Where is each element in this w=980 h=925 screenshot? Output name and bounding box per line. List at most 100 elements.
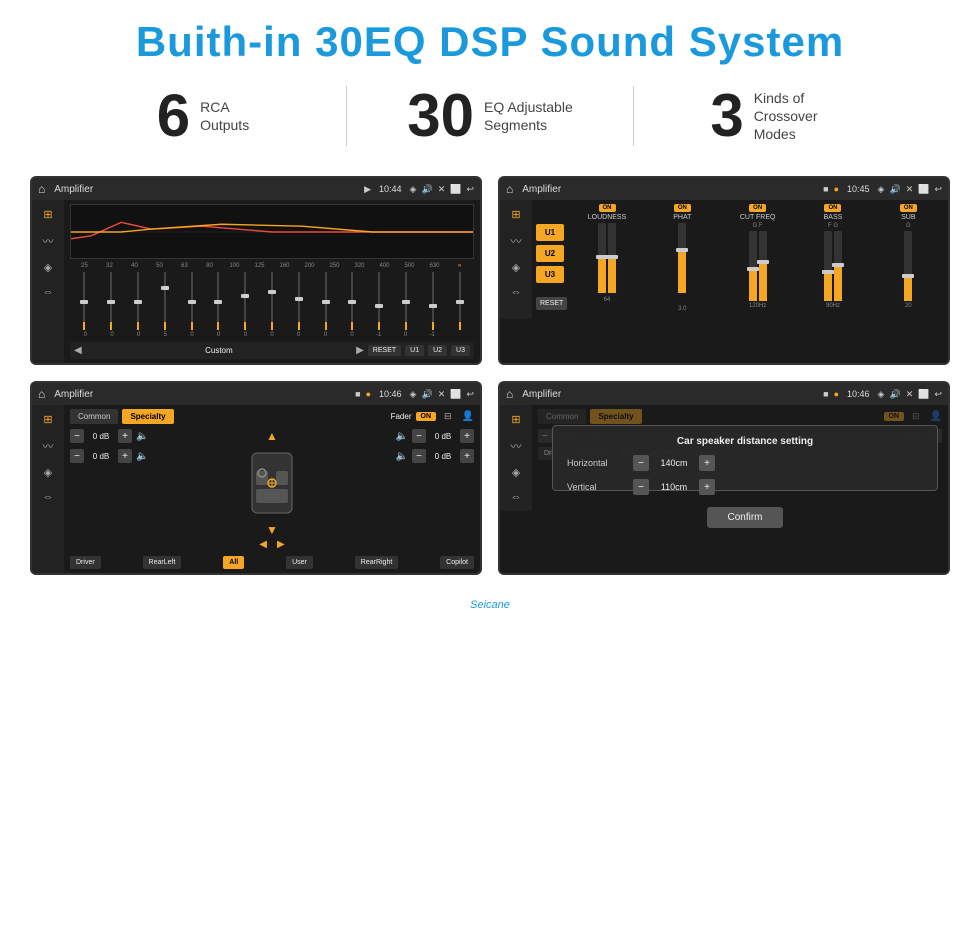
fader-sidebar-icon-1[interactable]: ⊞ (43, 413, 52, 426)
fader-rearright-btn[interactable]: RearRight (355, 556, 399, 569)
eq-slider-6[interactable] (233, 272, 258, 332)
play-icon-tl[interactable]: ▶ (364, 184, 371, 195)
eq-slider-8[interactable] (286, 272, 311, 332)
eq-slider-0[interactable] (72, 272, 97, 332)
home-icon-tr[interactable]: ⌂ (506, 182, 513, 196)
back-icon-br[interactable]: ↩ (934, 389, 942, 400)
speaker-icon-tr[interactable]: 🔊 (889, 184, 900, 195)
eq-more[interactable]: » (447, 263, 472, 269)
amp-sub-s1[interactable] (904, 231, 912, 301)
fader-all-btn[interactable]: All (223, 556, 244, 569)
fader-left-arrow[interactable]: ◀ (259, 539, 267, 550)
fader-ch4-plus[interactable]: + (460, 449, 474, 463)
close-icon-tl[interactable]: ✕ (438, 184, 446, 195)
close-icon-br[interactable]: ✕ (906, 389, 914, 400)
amp-sidebar-icon-1[interactable]: ⊞ (511, 208, 520, 221)
speaker-icon-tl[interactable]: 🔊 (421, 184, 432, 195)
eq-u3-btn[interactable]: U3 (451, 345, 470, 356)
dialog-vertical-minus[interactable]: − (633, 479, 649, 495)
amp-cutfreq-s1[interactable] (749, 231, 757, 301)
fader-up-arrow[interactable]: ▲ (266, 429, 278, 443)
fader-sidebar-icon-3[interactable]: ◈ (44, 466, 52, 479)
fader-tab-common[interactable]: Common (70, 409, 118, 424)
fader-rearleft-btn[interactable]: RearLeft (143, 556, 182, 569)
dialog-sidebar-icon-3[interactable]: ◈ (512, 466, 520, 479)
amp-sidebar-icon-2[interactable]: 〰 (511, 233, 522, 249)
eq-sidebar-icon-3[interactable]: ◈ (44, 261, 52, 274)
fader-user-icon[interactable]: 👤 (462, 411, 474, 422)
fader-user-btn[interactable]: User (286, 556, 313, 569)
eq-slider-4[interactable] (179, 272, 204, 332)
dialog-horizontal-plus[interactable]: + (699, 455, 715, 471)
fader-tab-specialty[interactable]: Specialty (122, 409, 173, 424)
fader-ch4-minus[interactable]: − (412, 449, 426, 463)
eq-slider-11[interactable] (367, 272, 392, 332)
eq-next-btn[interactable]: ▶ (356, 345, 364, 356)
home-icon-bl[interactable]: ⌂ (38, 387, 45, 401)
amp-u2-btn[interactable]: U2 (536, 245, 564, 262)
window-icon-tr[interactable]: ⬜ (918, 184, 929, 195)
fader-sidebar-icon-4[interactable]: ⇔ (43, 491, 54, 503)
fader-down-arrow[interactable]: ▼ (266, 523, 278, 537)
eq-slider-3[interactable] (152, 272, 177, 332)
fader-right-arrow[interactable]: ▶ (277, 539, 285, 550)
amp-sidebar-icon-4[interactable]: ⇔ (511, 286, 522, 298)
eq-slider-2[interactable] (126, 272, 151, 332)
eq-slider-13[interactable] (420, 272, 445, 332)
eq-sidebar-icon-2[interactable]: 〰 (43, 233, 54, 249)
fader-ch1-plus[interactable]: + (118, 429, 132, 443)
dialog-horizontal-minus[interactable]: − (633, 455, 649, 471)
fader-ch3-minus[interactable]: − (412, 429, 426, 443)
window-icon-bl[interactable]: ⬜ (450, 389, 461, 400)
close-icon-bl[interactable]: ✕ (438, 389, 446, 400)
dialog-sidebar-icon-4[interactable]: ⇔ (511, 491, 522, 503)
eq-sidebar-icon-4[interactable]: ⇔ (43, 286, 54, 298)
back-icon-tr[interactable]: ↩ (934, 184, 942, 195)
eq-slider-1[interactable] (99, 272, 124, 332)
fader-ch3-plus[interactable]: + (460, 429, 474, 443)
amp-on-bass[interactable]: ON (824, 204, 841, 212)
eq-sidebar-icon-1[interactable]: ⊞ (43, 208, 52, 221)
home-icon-tl[interactable]: ⌂ (38, 182, 45, 196)
fader-on-badge[interactable]: ON (416, 412, 437, 421)
fader-copilot-btn[interactable]: Copilot (440, 556, 474, 569)
eq-slider-10[interactable] (340, 272, 365, 332)
amp-cutfreq-s2[interactable] (759, 231, 767, 301)
amp-loudness-s1[interactable] (598, 223, 606, 293)
eq-reset-btn[interactable]: RESET (368, 345, 401, 356)
speaker-icon-bl[interactable]: 🔊 (421, 389, 432, 400)
eq-u2-btn[interactable]: U2 (428, 345, 447, 356)
eq-u1-btn[interactable]: U1 (405, 345, 424, 356)
amp-bass-s2[interactable] (834, 231, 842, 301)
amp-on-cutfreq[interactable]: ON (749, 204, 766, 212)
dialog-confirm-btn[interactable]: Confirm (707, 507, 782, 528)
eq-prev-btn[interactable]: ◀ (74, 345, 82, 356)
eq-slider-12[interactable] (394, 272, 419, 332)
amp-loudness-s2[interactable] (608, 223, 616, 293)
eq-slider-9[interactable] (313, 272, 338, 332)
home-icon-br[interactable]: ⌂ (506, 387, 513, 401)
amp-on-sub[interactable]: ON (900, 204, 917, 212)
amp-on-loudness[interactable]: ON (599, 204, 616, 212)
eq-slider-14[interactable] (447, 272, 472, 332)
back-icon-bl[interactable]: ↩ (466, 389, 474, 400)
amp-u3-btn[interactable]: U3 (536, 266, 564, 283)
dialog-vertical-plus[interactable]: + (699, 479, 715, 495)
speaker-icon-br[interactable]: 🔊 (889, 389, 900, 400)
window-icon-br[interactable]: ⬜ (918, 389, 929, 400)
window-icon-tl[interactable]: ⬜ (450, 184, 461, 195)
fader-toggle-icon[interactable]: ⊟ (444, 411, 452, 422)
amp-u1-btn[interactable]: U1 (536, 224, 564, 241)
back-icon-tl[interactable]: ↩ (466, 184, 474, 195)
close-icon-tr[interactable]: ✕ (906, 184, 914, 195)
amp-phat-s1[interactable] (678, 223, 686, 293)
eq-slider-5[interactable] (206, 272, 231, 332)
amp-reset-btn[interactable]: RESET (536, 297, 567, 310)
amp-sidebar-icon-3[interactable]: ◈ (512, 261, 520, 274)
fader-sidebar-icon-2[interactable]: 〰 (43, 438, 54, 454)
fader-ch2-minus[interactable]: − (70, 449, 84, 463)
fader-ch2-plus[interactable]: + (118, 449, 132, 463)
amp-on-phat[interactable]: ON (674, 204, 691, 212)
fader-driver-btn[interactable]: Driver (70, 556, 101, 569)
fader-ch1-minus[interactable]: − (70, 429, 84, 443)
